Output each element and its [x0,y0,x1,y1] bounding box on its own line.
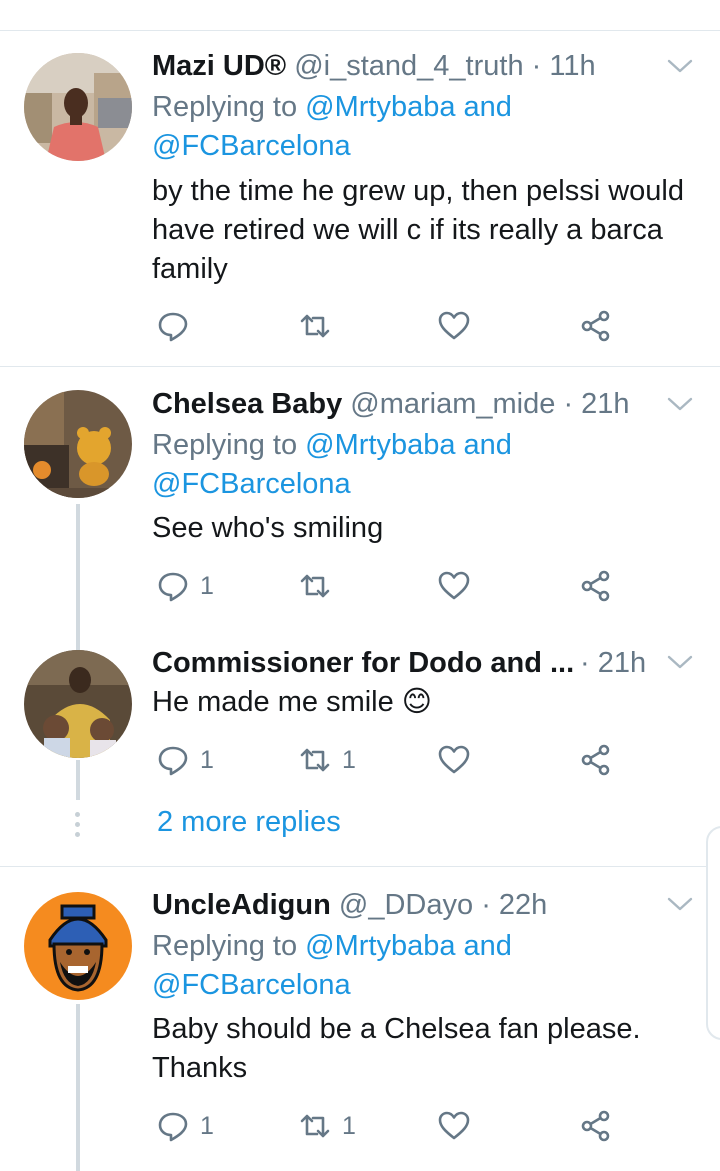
timestamp[interactable]: 21h [581,388,629,420]
chevron-down-icon[interactable] [664,50,696,82]
reply-icon [158,312,188,342]
scroll-handle[interactable] [706,826,720,1040]
share-icon [581,570,610,602]
separator-dot: · [563,388,574,420]
tweet-header: UncleAdigun @_DDayo · 22h [152,885,547,925]
top-divider [0,30,720,31]
mention-link[interactable]: @FCBarcelona [152,130,351,162]
thread-line [76,504,80,650]
mention-link[interactable]: @FCBarcelona [152,468,351,500]
like-button[interactable] [437,306,481,346]
replying-to-label: Replying to [152,91,306,123]
share-button[interactable] [578,740,612,780]
retweet-button[interactable]: 1 [298,1106,356,1146]
chevron-down-icon[interactable] [664,646,696,678]
replying-to-label: Replying to [152,429,306,461]
reply-icon [158,746,188,776]
timestamp[interactable]: 11h [549,50,595,82]
reply-button[interactable]: 1 [156,740,214,780]
retweet-icon [300,574,330,598]
heart-icon [438,311,470,340]
reply-button[interactable] [156,306,200,346]
tweet-header: Mazi UD® @i_stand_4_truth · 11h [152,46,596,86]
replying-to: Replying to @Mrtybaba and @FCBarcelona [152,426,692,504]
avatar[interactable] [24,390,132,498]
tweet-actions: 1 [152,566,632,606]
like-button[interactable] [437,740,481,780]
timestamp[interactable]: 21h [598,647,646,679]
tweet-actions: 1 1 [152,740,632,780]
separator-dot: · [481,889,491,921]
avatar[interactable] [24,892,132,1000]
retweet-button[interactable] [298,566,342,606]
reply-count: 1 [200,571,214,600]
display-name[interactable]: Chelsea Baby [152,388,342,420]
more-replies-link[interactable]: 2 more replies [157,802,341,842]
reply-count: 1 [200,1111,214,1140]
mention-link[interactable]: @Mrtybaba [305,930,455,962]
mention-and[interactable]: and [455,429,512,461]
share-icon [581,1110,610,1142]
mention-and[interactable]: and [455,91,512,123]
share-button[interactable] [578,566,612,606]
chevron-down-icon[interactable] [664,888,696,920]
tweet-text: by the time he grew up, then pelssi woul… [152,175,684,285]
retweet-button[interactable]: 1 [298,740,356,780]
tweet-text: Baby should be a Chelsea fan please. Tha… [152,1013,641,1084]
thread-dots [75,812,81,842]
tweet-header: Commissioner for Dodo and ... [152,643,574,683]
tweet-text: He made me smile 😊 [152,686,433,718]
reply-button[interactable]: 1 [156,566,214,606]
retweet-icon [300,748,330,772]
tweet-text: See who's smiling [152,512,384,544]
retweet-icon [300,314,330,338]
heart-icon [438,1111,470,1140]
like-button[interactable] [437,1106,481,1146]
retweet-count: 1 [342,745,356,774]
mention-and[interactable]: and [455,930,512,962]
tweet-header: Chelsea Baby @mariam_mide · 21h [152,384,630,424]
mention-link[interactable]: @Mrtybaba [305,91,455,123]
separator-dot: · [580,647,590,679]
reply-button[interactable]: 1 [156,1106,214,1146]
tweet-actions: 1 1 [152,1106,632,1146]
user-handle[interactable]: @_DDayo [339,889,473,921]
display-name[interactable]: Commissioner for Dodo and ... [152,647,574,679]
replying-to: Replying to @Mrtybaba and @FCBarcelona [152,88,692,166]
share-button[interactable] [578,1106,612,1146]
thread-line [76,1004,80,1171]
tweet-time: · 21h [580,643,646,683]
chevron-down-icon[interactable] [664,388,696,420]
replying-to-label: Replying to [152,930,306,962]
thread-line [76,760,80,800]
retweet-count: 1 [342,1111,356,1140]
reply-count: 1 [200,745,214,774]
user-handle[interactable]: @mariam_mide [350,388,555,420]
share-icon [581,310,610,342]
share-button[interactable] [578,306,612,346]
avatar[interactable] [24,650,132,758]
user-handle[interactable]: @i_stand_4_truth [294,50,523,82]
mention-link[interactable]: @FCBarcelona [152,969,351,1001]
heart-icon [438,745,470,774]
mention-link[interactable]: @Mrtybaba [305,429,455,461]
avatar[interactable] [24,53,132,161]
separator-dot: · [531,50,542,82]
reply-icon [158,572,188,602]
heart-icon [438,571,470,600]
timestamp[interactable]: 22h [499,889,547,921]
tweet-divider [0,366,720,367]
like-button[interactable] [437,566,481,606]
tweet-actions [152,306,632,346]
display-name[interactable]: UncleAdigun [152,889,331,921]
replying-to: Replying to @Mrtybaba and @FCBarcelona [152,927,692,1005]
share-icon [581,744,610,776]
tweet-divider [0,866,720,867]
retweet-icon [300,1114,330,1138]
retweet-button[interactable] [298,306,342,346]
reply-icon [158,1112,188,1142]
display-name[interactable]: Mazi UD® [152,50,286,82]
